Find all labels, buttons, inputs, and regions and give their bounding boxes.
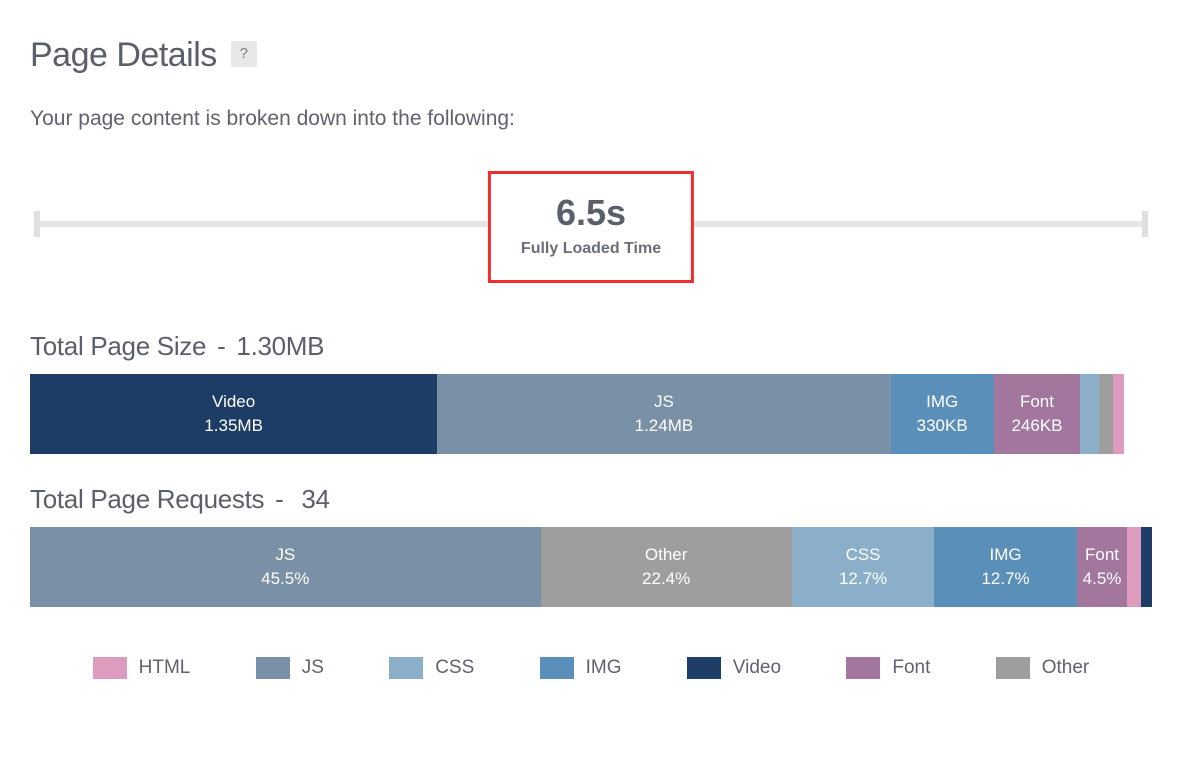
segment-label: IMG (926, 390, 958, 414)
dash: - (275, 484, 283, 514)
help-icon[interactable]: ? (231, 41, 257, 67)
legend-label-html: HTML (139, 657, 191, 679)
timeline: 6.5s Fully Loaded Time (30, 171, 1152, 301)
legend-item-video[interactable]: Video (687, 657, 781, 679)
segment-html[interactable] (1113, 374, 1124, 454)
segment-value: 22.4% (642, 567, 690, 591)
segment-label: IMG (989, 543, 1021, 567)
swatch-video (687, 657, 721, 679)
segment-value: 246KB (1011, 414, 1062, 438)
segment-css[interactable]: CSS12.7% (792, 527, 934, 607)
legend-label-js: JS (302, 657, 324, 679)
fully-loaded-value: 6.5s (521, 192, 661, 234)
segment-js[interactable]: JS45.5% (30, 527, 541, 607)
size-title-total: 1.30MB (236, 331, 324, 361)
segment-value: 1.24MB (635, 414, 694, 438)
segment-other[interactable]: Other22.4% (541, 527, 792, 607)
page-subtitle: Your page content is broken down into th… (30, 107, 1152, 131)
swatch-other (996, 657, 1030, 679)
dash: - (217, 331, 225, 361)
swatch-img (540, 657, 574, 679)
segment-video[interactable]: Video1.35MB (30, 374, 437, 454)
swatch-css (389, 657, 423, 679)
segment-value: 12.7% (839, 567, 887, 591)
legend: HTML JS CSS IMG Video Font Other (30, 657, 1152, 679)
fully-loaded-callout: 6.5s Fully Loaded Time (488, 171, 694, 283)
segment-video[interactable] (1141, 527, 1152, 607)
legend-label-img: IMG (586, 657, 622, 679)
segment-value: 1.35MB (204, 414, 263, 438)
requests-title-prefix: Total Page Requests (30, 484, 264, 514)
legend-item-font[interactable]: Font (846, 657, 930, 679)
legend-item-other[interactable]: Other (996, 657, 1090, 679)
legend-item-css[interactable]: CSS (389, 657, 474, 679)
segment-label: Font (1020, 390, 1054, 414)
segment-value: 330KB (917, 414, 968, 438)
segment-html[interactable] (1127, 527, 1140, 607)
swatch-js (256, 657, 290, 679)
segment-label: Font (1085, 543, 1119, 567)
legend-item-html[interactable]: HTML (93, 657, 191, 679)
section-title-size: Total Page Size - 1.30MB (30, 331, 1152, 362)
size-bar-chart[interactable]: Video1.35MBJS1.24MBIMG330KBFont246KB (30, 374, 1152, 454)
segment-font[interactable]: Font246KB (994, 374, 1080, 454)
size-title-prefix: Total Page Size (30, 331, 206, 361)
segment-value: 12.7% (981, 567, 1029, 591)
segment-label: Video (212, 390, 255, 414)
page-title: Page Details (30, 36, 217, 75)
segment-label: JS (654, 390, 674, 414)
swatch-font (846, 657, 880, 679)
fully-loaded-label: Fully Loaded Time (521, 240, 661, 258)
segment-label: Other (645, 543, 688, 567)
page-header: Page Details ? (30, 36, 1152, 75)
segment-value: 4.5% (1083, 567, 1122, 591)
legend-label-other: Other (1042, 657, 1090, 679)
legend-label-video: Video (733, 657, 781, 679)
segment-img[interactable]: IMG12.7% (934, 527, 1076, 607)
segment-js[interactable]: JS1.24MB (437, 374, 890, 454)
legend-item-img[interactable]: IMG (540, 657, 622, 679)
segment-label: JS (275, 543, 295, 567)
segment-label: CSS (846, 543, 881, 567)
legend-item-js[interactable]: JS (256, 657, 324, 679)
legend-label-css: CSS (435, 657, 474, 679)
requests-bar-chart[interactable]: JS45.5%Other22.4%CSS12.7%IMG12.7%Font4.5… (30, 527, 1152, 607)
legend-label-font: Font (892, 657, 930, 679)
section-title-requests: Total Page Requests - 34 (30, 484, 1152, 515)
requests-title-total: 34 (301, 484, 329, 514)
segment-img[interactable]: IMG330KB (891, 374, 994, 454)
segment-value: 45.5% (261, 567, 309, 591)
segment-css[interactable] (1080, 374, 1099, 454)
swatch-html (93, 657, 127, 679)
segment-other[interactable] (1099, 374, 1112, 454)
segment-font[interactable]: Font4.5% (1077, 527, 1127, 607)
